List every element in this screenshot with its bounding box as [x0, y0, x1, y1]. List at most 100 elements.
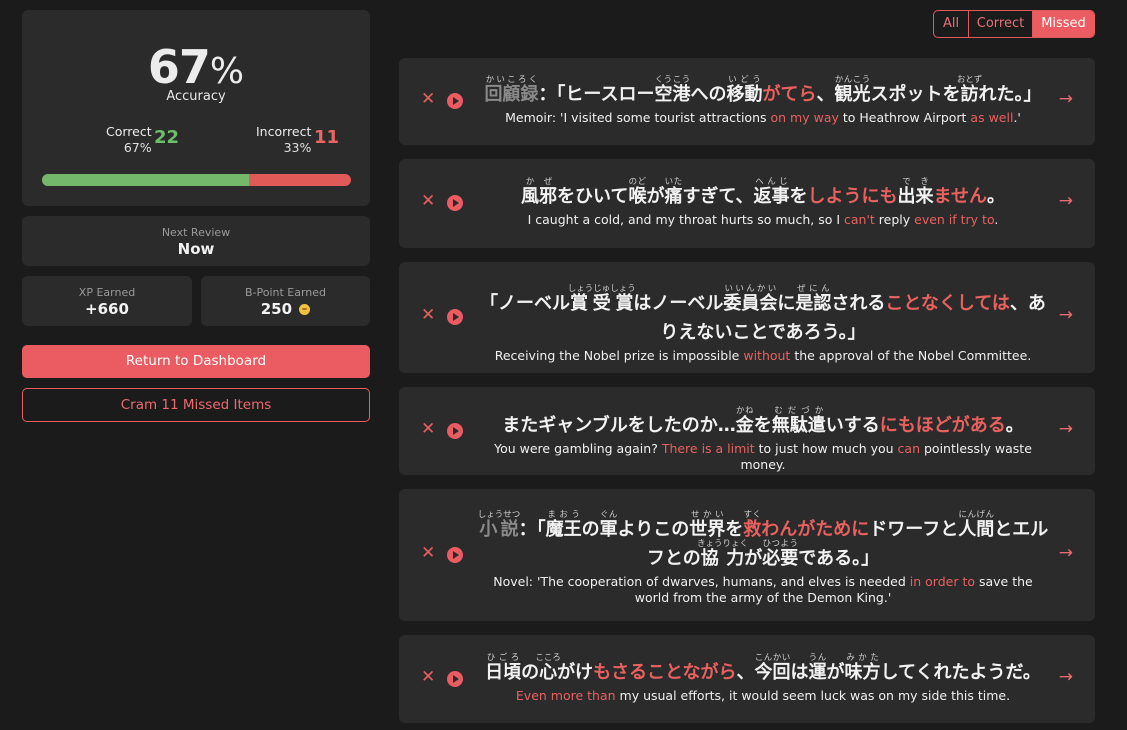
incorrect-percent: 33% [283, 140, 312, 155]
furigana: いた [664, 177, 683, 187]
sentence-segment: 返事へんじ [753, 177, 790, 207]
sentence-segment: すぎて、 [682, 186, 754, 207]
sentence-segment: 、 [816, 84, 835, 105]
english-translation: Novel: 'The cooperation of dwarves, huma… [475, 574, 1051, 606]
translation-segment: my usual efforts, it would seem luck was… [615, 688, 1011, 703]
english-translation: Memoir: 'I visited some tourist attracti… [475, 110, 1051, 126]
translation-highlight: in order to [909, 574, 976, 589]
english-translation: I caught a cold, and my throat hurts so … [475, 212, 1051, 228]
sentence-segment: 協力きょうりょく [696, 539, 748, 569]
sentence-card: ✕ → 「ノーベル賞受賞しょうじゅしょうはノーベル委員会いいんかいに是認ぜにんされる… [399, 262, 1095, 373]
furigana: うん [808, 653, 827, 663]
sentence-segment: 風邪かぜ [520, 177, 557, 207]
accuracy-card: 67% Accuracy Correct 67% 22 Incorrect 33… [22, 10, 370, 206]
sentence-card: ✕ → 風邪かぜをひいて喉のどが痛いたすぎて、返事へんじをしようにも出来できません。… [399, 159, 1095, 248]
sentence-segment: はノーベル [633, 293, 724, 314]
grammar-highlight: ことなくしては [885, 293, 1010, 314]
close-icon[interactable]: ✕ [421, 667, 435, 687]
sentence-segment: してくれたようだ。 [880, 662, 1041, 683]
sentence-segment: が [826, 662, 845, 683]
arrow-right-icon[interactable]: → [1059, 89, 1073, 109]
sentence-body: またギャンブルをしたのか…金かねを無駄遣むだづかいするにもほどがある。 You w… [475, 406, 1051, 473]
translation-segment: Memoir: 'I visited some tourist attracti… [505, 110, 771, 125]
play-icon[interactable] [447, 93, 463, 109]
sentence-segment: 出来でき [897, 177, 934, 207]
furigana: ぜにん [795, 284, 832, 294]
sentence-segment: 。 [987, 186, 1006, 207]
next-review-card: Next Review Now [22, 216, 370, 266]
sentence-body: 「ノーベル賞受賞しょうじゅしょうはノーベル委員会いいんかいに是認ぜにんされること… [475, 284, 1051, 364]
grammar-highlight: ません [933, 186, 988, 207]
incorrect-count: 11 [314, 127, 340, 148]
tab-correct[interactable]: Correct [969, 11, 1033, 37]
accuracy-symbol: % [209, 51, 245, 92]
sentence-segment: 。 [1005, 415, 1024, 436]
sentence-segment: は [790, 662, 809, 683]
arrow-right-icon[interactable]: → [1059, 305, 1073, 325]
tab-missed[interactable]: Missed [1033, 11, 1094, 37]
arrow-right-icon[interactable]: → [1059, 667, 1073, 687]
sentence-segment: 金かね [735, 406, 754, 436]
correct-percent: 67% [123, 140, 152, 155]
japanese-sentence: 「ノーベル賞受賞しょうじゅしょうはノーベル委員会いいんかいに是認ぜにんされること… [475, 284, 1051, 347]
furigana: ひつよう [762, 539, 799, 549]
correct-count: 22 [154, 127, 180, 148]
grammar-highlight: がてら [762, 84, 817, 105]
arrow-right-icon[interactable]: → [1059, 543, 1073, 563]
sentence-body: 小説しょうせつ：「魔王まおうの軍ぐんよりこの世界せかいを救すくわんがためにドワー… [475, 510, 1051, 606]
sentence-card: ✕ → またギャンブルをしたのか…金かねを無駄遣むだづかいするにもほどがある。 You… [399, 387, 1095, 475]
sentence-segment: が [744, 548, 763, 569]
sentence-segment: 今回こんかい [754, 653, 791, 683]
japanese-sentence: 日頃ひごろの心こころがけもさることながら、今回こんかいは運うんが味方みかたしてく… [475, 653, 1051, 687]
sentence-segment: またギャンブルをしたのか… [502, 415, 736, 436]
close-icon[interactable]: ✕ [421, 191, 435, 211]
furigana: いどう [726, 75, 763, 85]
japanese-sentence: またギャンブルをしたのか…金かねを無駄遣むだづかいするにもほどがある。 [475, 406, 1051, 440]
furigana: くうこう [654, 75, 691, 85]
tab-all[interactable]: All [934, 11, 969, 37]
sentence-segment: 運うん [808, 653, 827, 683]
japanese-sentence: 回顧録かいころく：「ヒースロー空港くうこうへの移動いどうがてら、観光かんこうスポ… [475, 75, 1051, 109]
next-review-value: Now [177, 240, 215, 258]
sentence-segment: よりこの [617, 519, 690, 540]
return-to-dashboard-button[interactable]: Return to Dashboard [22, 345, 370, 378]
furigana: おとず [956, 75, 983, 85]
furigana: こんかい [754, 653, 791, 663]
furigana: しょうせつ [477, 510, 521, 520]
sentence-segment: 人間にんげん [958, 510, 995, 540]
furigana: きょうりょく [696, 539, 748, 549]
arrow-right-icon[interactable]: → [1059, 191, 1073, 211]
sentence-segment: 、 [736, 662, 755, 683]
japanese-sentence: 風邪かぜをひいて喉のどが痛いたすぎて、返事へんじをしようにも出来できません。 [475, 177, 1051, 211]
arrow-right-icon[interactable]: → [1059, 419, 1073, 439]
xp-value: +660 [85, 300, 129, 318]
play-icon[interactable] [447, 195, 463, 211]
play-icon[interactable] [447, 309, 463, 325]
close-icon[interactable]: ✕ [421, 543, 435, 563]
sentence-segment: を [789, 186, 808, 207]
sentence-segment: をひいて [556, 186, 629, 207]
sentence-body: 回顧録かいころく：「ヒースロー空港くうこうへの移動いどうがてら、観光かんこうスポ… [475, 75, 1051, 126]
sentence-segment: 無駄遣むだづか [771, 406, 826, 436]
translation-segment: . [994, 212, 999, 227]
sentence-segment: ドワーフと [869, 519, 959, 540]
sentence-segment: れた。」 [978, 84, 1042, 105]
sentence-segment: の [581, 519, 600, 540]
translation-segment: .' [1013, 110, 1021, 125]
sentence-segment: 訪おとず [956, 75, 983, 105]
furigana: まおう [545, 510, 582, 520]
sentence-card: ✕ → 日頃ひごろの心こころがけもさることながら、今回こんかいは運うんが味方みかたし… [399, 635, 1095, 723]
cram-missed-button[interactable]: Cram 11 Missed Items [22, 388, 370, 422]
close-icon[interactable]: ✕ [421, 419, 435, 439]
play-icon[interactable] [447, 547, 463, 563]
close-icon[interactable]: ✕ [421, 305, 435, 325]
play-icon[interactable] [447, 671, 463, 687]
correct-label: Correct [106, 124, 152, 139]
grammar-highlight: にもほどがある [879, 415, 1006, 436]
bpoint-label: B-Point Earned [244, 286, 327, 299]
translation-highlight: can [897, 441, 921, 456]
play-icon[interactable] [447, 423, 463, 439]
grammar-highlight: わんがために [761, 519, 870, 540]
close-icon[interactable]: ✕ [421, 89, 435, 109]
furigana: でき [897, 177, 934, 187]
